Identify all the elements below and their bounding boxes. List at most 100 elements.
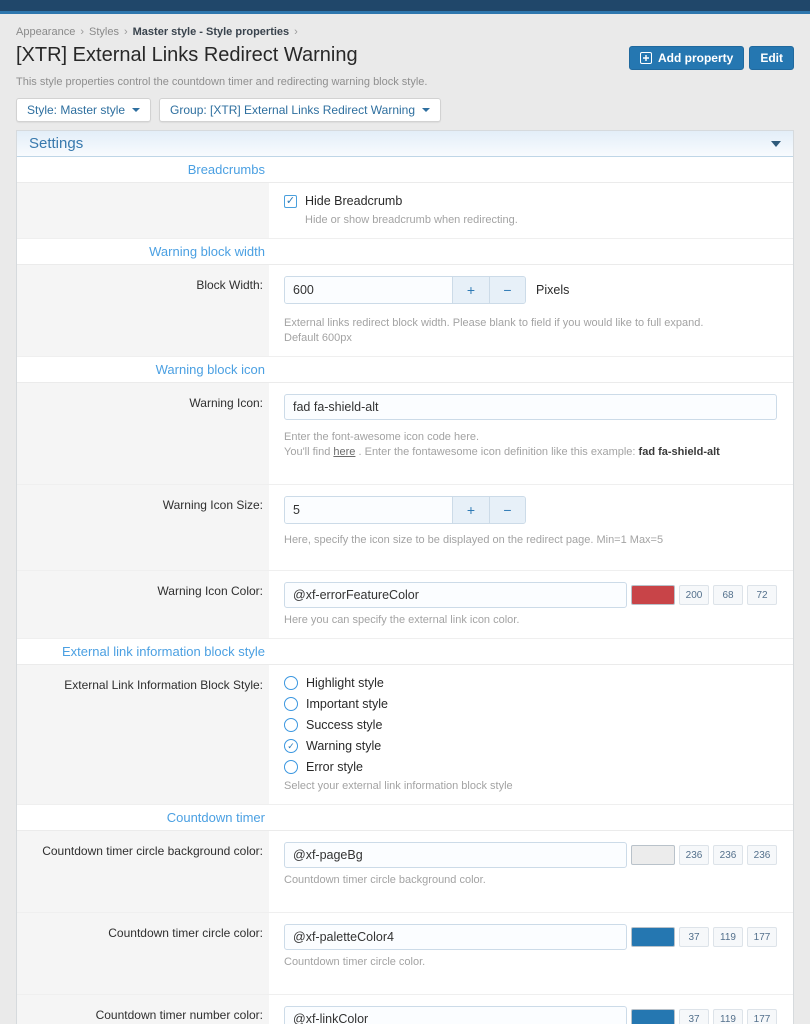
increment-button[interactable]: + xyxy=(453,277,489,303)
label-cell xyxy=(17,183,269,238)
warning-icon-color-label: Warning Icon Color: xyxy=(17,571,269,638)
form-row-block-width: Block Width: + − Pixels External links r… xyxy=(17,265,793,357)
section-header-warning-block-icon: Warning block icon xyxy=(17,357,793,383)
style-chooser-label: Style: Master style xyxy=(27,103,125,117)
radio-error-style[interactable]: Error style xyxy=(284,760,777,774)
rgb-blue-value: 177 xyxy=(747,1009,777,1024)
edit-label: Edit xyxy=(760,51,783,65)
circle-bg-color-input[interactable] xyxy=(284,842,627,868)
group-chooser-button[interactable]: Group: [XTR] External Links Redirect War… xyxy=(159,98,441,122)
radio-success-style[interactable]: Success style xyxy=(284,718,777,732)
group-chooser-label: Group: [XTR] External Links Redirect War… xyxy=(170,103,415,117)
section-title: Breadcrumbs xyxy=(17,157,269,182)
radio-icon xyxy=(284,718,298,732)
number-color-input[interactable] xyxy=(284,1006,627,1024)
block-style-radio-group: Highlight style Important style Success … xyxy=(284,676,777,774)
warning-icon-size-input[interactable] xyxy=(285,497,453,523)
radio-icon xyxy=(284,739,298,753)
page-description: This style properties control the countd… xyxy=(16,76,794,88)
section-title: Warning block width xyxy=(17,239,269,264)
collapse-arrow-icon[interactable] xyxy=(771,141,781,147)
rgb-green-value: 236 xyxy=(713,845,743,865)
units-label: Pixels xyxy=(536,283,569,297)
circle-color-label: Countdown timer circle color: xyxy=(17,913,269,994)
section-header-breadcrumbs: Breadcrumbs xyxy=(17,157,793,183)
radio-warning-style[interactable]: Warning style xyxy=(284,739,777,753)
chevron-down-icon xyxy=(132,108,140,112)
hide-breadcrumb-label[interactable]: Hide Breadcrumb xyxy=(305,194,402,208)
chevron-down-icon xyxy=(422,108,430,112)
hint-text: Countdown timer circle color. xyxy=(284,955,777,970)
settings-panel: Settings Breadcrumbs Hide Breadcrumb Hid… xyxy=(16,130,794,1024)
hint-text: External links redirect block width. Ple… xyxy=(284,316,777,346)
circle-color-input[interactable] xyxy=(284,924,627,950)
block-width-input[interactable] xyxy=(285,277,453,303)
number-color-label: Countdown timer number color: xyxy=(17,995,269,1024)
rgb-green-value: 119 xyxy=(713,1009,743,1024)
hint-text: Countdown timer circle background color. xyxy=(284,873,777,888)
rgb-blue-value: 72 xyxy=(747,585,777,605)
rgb-green-value: 68 xyxy=(713,585,743,605)
rgb-red-value: 37 xyxy=(679,927,709,947)
breadcrumb-separator: › xyxy=(294,26,298,38)
color-swatch[interactable] xyxy=(631,845,675,865)
hint-text: Select your external link information bl… xyxy=(284,779,777,794)
color-swatch[interactable] xyxy=(631,1009,675,1024)
breadcrumb-appearance[interactable]: Appearance xyxy=(16,26,75,38)
radio-icon xyxy=(284,760,298,774)
rgb-red-value: 37 xyxy=(679,1009,709,1024)
section-title: Countdown timer xyxy=(17,805,269,830)
breadcrumb-styles[interactable]: Styles xyxy=(89,26,119,38)
block-style-label: External Link Information Block Style: xyxy=(17,665,269,804)
settings-panel-header[interactable]: Settings xyxy=(17,131,793,157)
form-row-circle-color: Countdown timer circle color: 37 119 177… xyxy=(17,913,793,995)
section-title: External link information block style xyxy=(17,639,269,664)
radio-important-style[interactable]: Important style xyxy=(284,697,777,711)
breadcrumb-separator: › xyxy=(124,26,128,38)
circle-bg-color-label: Countdown timer circle background color: xyxy=(17,831,269,912)
page-title: [XTR] External Links Redirect Warning xyxy=(16,44,358,67)
page-header: Appearance › Styles › Master style - Style p… xyxy=(0,14,810,122)
hint-text: Here, specify the icon size to be displa… xyxy=(284,533,777,548)
form-row-warning-icon-color: Warning Icon Color: 200 68 72 Here you c… xyxy=(17,571,793,639)
edit-button[interactable]: Edit xyxy=(749,46,794,70)
radio-icon xyxy=(284,697,298,711)
form-row-warning-icon: Warning Icon: Enter the font-awesome ico… xyxy=(17,383,793,485)
style-chooser-button[interactable]: Style: Master style xyxy=(16,98,151,122)
breadcrumb-current[interactable]: Master style - Style properties xyxy=(133,26,290,38)
section-header-external-link-style: External link information block style xyxy=(17,639,793,665)
block-width-label: Block Width: xyxy=(17,265,269,356)
plus-square-icon xyxy=(640,52,652,64)
radio-icon xyxy=(284,676,298,690)
warning-icon-input[interactable] xyxy=(284,394,777,420)
form-row-circle-bg-color: Countdown timer circle background color:… xyxy=(17,831,793,913)
breadcrumb-separator: › xyxy=(80,26,84,38)
section-header-countdown-timer: Countdown timer xyxy=(17,805,793,831)
hint-text: Here you can specify the external link i… xyxy=(284,613,777,628)
rgb-blue-value: 236 xyxy=(747,845,777,865)
warning-icon-size-label: Warning Icon Size: xyxy=(17,485,269,570)
decrement-button[interactable]: − xyxy=(489,277,525,303)
form-row-hide-breadcrumb: Hide Breadcrumb Hide or show breadcrumb … xyxy=(17,183,793,239)
rgb-red-value: 236 xyxy=(679,845,709,865)
increment-button[interactable]: + xyxy=(453,497,489,523)
here-link[interactable]: here xyxy=(333,446,355,458)
warning-icon-label: Warning Icon: xyxy=(17,383,269,484)
section-header-warning-block-width: Warning block width xyxy=(17,239,793,265)
hint-text: Enter the font-awesome icon code here. Y… xyxy=(284,430,777,460)
add-property-button[interactable]: Add property xyxy=(629,46,744,70)
color-swatch[interactable] xyxy=(631,927,675,947)
warning-icon-color-input[interactable] xyxy=(284,582,627,608)
form-row-block-style: External Link Information Block Style: H… xyxy=(17,665,793,805)
settings-panel-title: Settings xyxy=(29,135,83,152)
hide-breadcrumb-checkbox[interactable] xyxy=(284,195,297,208)
form-row-number-color: Countdown timer number color: 37 119 177… xyxy=(17,995,793,1024)
rgb-green-value: 119 xyxy=(713,927,743,947)
section-title: Warning block icon xyxy=(17,357,269,382)
color-swatch[interactable] xyxy=(631,585,675,605)
radio-highlight-style[interactable]: Highlight style xyxy=(284,676,777,690)
breadcrumb: Appearance › Styles › Master style - Style p… xyxy=(16,26,794,38)
rgb-red-value: 200 xyxy=(679,585,709,605)
form-row-warning-icon-size: Warning Icon Size: + − Here, specify the… xyxy=(17,485,793,571)
decrement-button[interactable]: − xyxy=(489,497,525,523)
